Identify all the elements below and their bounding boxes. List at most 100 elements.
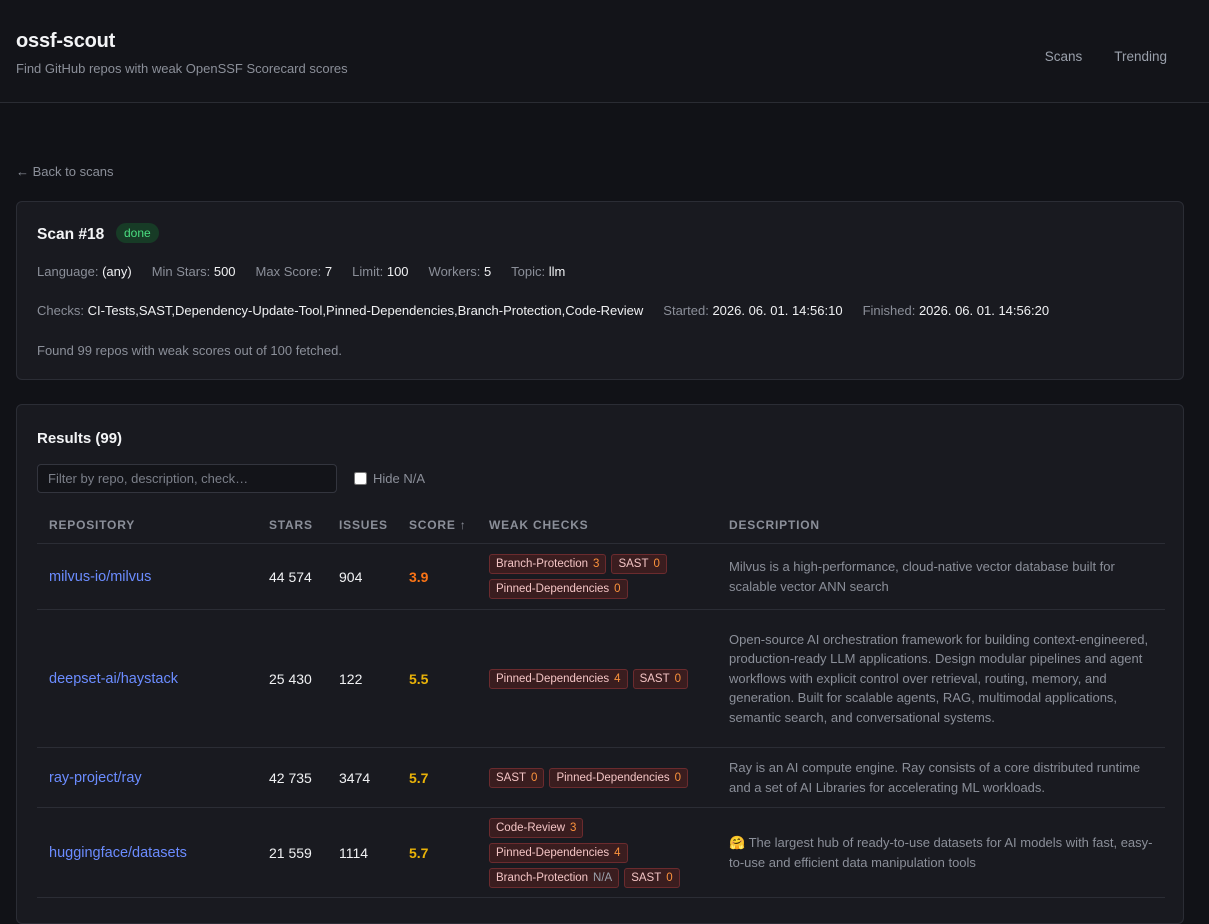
- description-cell: 🤗 The largest hub of ready-to-use datase…: [717, 807, 1165, 898]
- app-title: ossf-scout: [16, 30, 116, 52]
- repo-link[interactable]: ray-project/ray: [49, 770, 142, 786]
- check-name: SAST: [639, 672, 670, 685]
- check-chip: Pinned-Dependencies 4: [489, 668, 628, 689]
- stars-cell: 42 735: [257, 747, 327, 808]
- check-value: 0: [653, 558, 660, 570]
- hide-na-toggle[interactable]: Hide N/A: [354, 471, 425, 486]
- check-name: SAST: [631, 871, 662, 884]
- stars-cell: 21 559: [257, 807, 327, 898]
- results-title: Results (99): [37, 430, 123, 447]
- check-name: SAST: [496, 771, 527, 784]
- weak-checks-cell: Code-Review 3 Pinned-Dependencies 4 Branch-P…: [477, 807, 717, 898]
- scan-params-row: Language: (any) Min Stars: 500 Max Score: …: [37, 264, 565, 279]
- meta-value: 100: [386, 264, 409, 279]
- repo-cell: ray-project/ray: [37, 747, 257, 808]
- check-name: Pinned-Dependencies: [496, 583, 610, 595]
- check-chip: Branch-Protection 3: [489, 554, 607, 574]
- hide-na-checkbox[interactable]: [354, 472, 367, 485]
- stars-cell: 25 430: [257, 609, 327, 748]
- description-cell: Open-source AI orchestration framework f…: [717, 609, 1165, 748]
- meta-item: Limit: 100: [352, 264, 408, 279]
- meta-item: Finished: 2026. 06. 01. 14:56:20: [863, 303, 1050, 318]
- meta-value: 7: [324, 264, 333, 279]
- col-stars[interactable]: STARS: [257, 507, 327, 544]
- meta-item: Topic: llm: [511, 264, 565, 279]
- repo-cell: deepset-ai/haystack: [37, 609, 257, 748]
- results-table: REPOSITORY STARS ISSUES SCORE ↑ WEAK CHE…: [37, 507, 1165, 898]
- check-chip: SAST 0: [611, 554, 667, 574]
- score-cell: 5.5: [397, 609, 477, 748]
- description-cell: Milvus is a high-performance, cloud-nati…: [717, 543, 1165, 610]
- check-chip: Branch-Protection N/A: [489, 867, 620, 888]
- check-chip: SAST 0: [489, 767, 545, 788]
- check-chip: SAST 0: [624, 867, 680, 888]
- score-cell: 3.9: [397, 543, 477, 610]
- top-nav: Scans Trending: [1045, 49, 1167, 64]
- score-cell: 5.7: [397, 807, 477, 898]
- repo-link[interactable]: deepset-ai/haystack: [49, 671, 178, 687]
- table-row[interactable]: huggingface/datasets 21 559 1114 5.7 Code-Re…: [37, 807, 1165, 898]
- col-score[interactable]: SCORE ↑: [397, 507, 477, 544]
- weak-checks-cell: Pinned-Dependencies 4 SAST 0: [477, 609, 717, 748]
- col-repository[interactable]: REPOSITORY: [37, 507, 257, 544]
- repo-cell: milvus-io/milvus: [37, 543, 257, 610]
- back-to-scans-link[interactable]: ← Back to scans: [16, 164, 114, 179]
- meta-key: Finished:: [862, 303, 916, 318]
- check-value: 3: [593, 558, 600, 570]
- filter-input[interactable]: [37, 464, 337, 493]
- meta-key: Workers:: [428, 264, 481, 279]
- check-value: 0: [666, 871, 673, 884]
- table-row[interactable]: deepset-ai/haystack 25 430 122 5.5 Pinned-De…: [37, 609, 1165, 748]
- check-value: 3: [570, 821, 577, 834]
- col-weak-checks[interactable]: WEAK CHECKS: [477, 507, 717, 544]
- meta-key: Min Stars:: [151, 264, 211, 279]
- check-name: Pinned-Dependencies: [496, 672, 610, 685]
- scan-checks-row: Checks: CI-Tests,SAST,Dependency-Update-…: [37, 303, 1049, 318]
- nav-scans-link[interactable]: Scans: [1045, 49, 1083, 64]
- col-description[interactable]: DESCRIPTION: [717, 507, 1165, 544]
- check-name: Pinned-Dependencies: [556, 771, 670, 784]
- check-chip: Pinned-Dependencies 4: [489, 842, 628, 863]
- check-chips: Branch-Protection 3 SAST 0 Pinned-Dependenci…: [489, 554, 714, 599]
- table-row[interactable]: ray-project/ray 42 735 3474 5.7 SAST 0 Pinned-…: [37, 747, 1165, 808]
- repo-link[interactable]: milvus-io/milvus: [49, 569, 151, 585]
- meta-item: Checks: CI-Tests,SAST,Dependency-Update-…: [37, 303, 643, 318]
- check-chips: SAST 0 Pinned-Dependencies 0: [489, 767, 714, 788]
- meta-value: 5: [483, 264, 492, 279]
- check-chip: Pinned-Dependencies 0: [549, 767, 689, 788]
- meta-key: Topic:: [511, 264, 546, 279]
- results-card: Results (99) Hide N/A REPOSITORY STARS I…: [16, 404, 1184, 924]
- meta-value: 2026. 06. 01. 14:56:20: [918, 303, 1050, 318]
- scan-summary: Found 99 repos with weak scores out of 1…: [37, 343, 342, 358]
- check-value: 0: [674, 771, 682, 784]
- check-value: 0: [531, 771, 538, 784]
- meta-key: Max Score:: [255, 264, 322, 279]
- scan-details-card: Scan #18 done Language: (any) Min Stars: …: [16, 201, 1184, 380]
- meta-value: 500: [213, 264, 236, 279]
- issues-cell: 904: [327, 543, 397, 610]
- table-row[interactable]: milvus-io/milvus 44 574 904 3.9 Branch-Prote…: [37, 543, 1165, 610]
- meta-key: Language:: [37, 264, 99, 279]
- scan-title: Scan #18: [37, 226, 105, 243]
- weak-checks-cell: Branch-Protection 3 SAST 0 Pinned-Dependenci…: [477, 543, 717, 610]
- meta-value: CI-Tests,SAST,Dependency-Update-Tool,Pin…: [87, 303, 644, 318]
- check-value: 4: [614, 846, 621, 859]
- meta-value: (any): [102, 264, 132, 279]
- description-cell: Ray is an AI compute engine. Ray consist…: [717, 747, 1165, 808]
- nav-trending-link[interactable]: Trending: [1114, 49, 1167, 64]
- check-name: Branch-Protection: [496, 558, 589, 570]
- col-issues[interactable]: ISSUES: [327, 507, 397, 544]
- check-chips: Code-Review 3 Pinned-Dependencies 4 Branch-P…: [489, 817, 714, 888]
- check-chip: SAST 0: [632, 668, 689, 689]
- check-value: N/A: [593, 871, 613, 884]
- repo-link[interactable]: huggingface/datasets: [49, 845, 187, 861]
- check-name: SAST: [618, 558, 649, 570]
- meta-item: Workers: 5: [429, 264, 492, 279]
- issues-cell: 1114: [327, 807, 397, 898]
- meta-item: Min Stars: 500: [152, 264, 236, 279]
- check-chips: Pinned-Dependencies 4 SAST 0: [489, 668, 714, 689]
- weak-checks-cell: SAST 0 Pinned-Dependencies 0: [477, 747, 717, 808]
- meta-item: Language: (any): [37, 264, 132, 279]
- check-chip: Code-Review 3: [489, 817, 584, 838]
- meta-item: Started: 2026. 06. 01. 14:56:10: [663, 303, 842, 318]
